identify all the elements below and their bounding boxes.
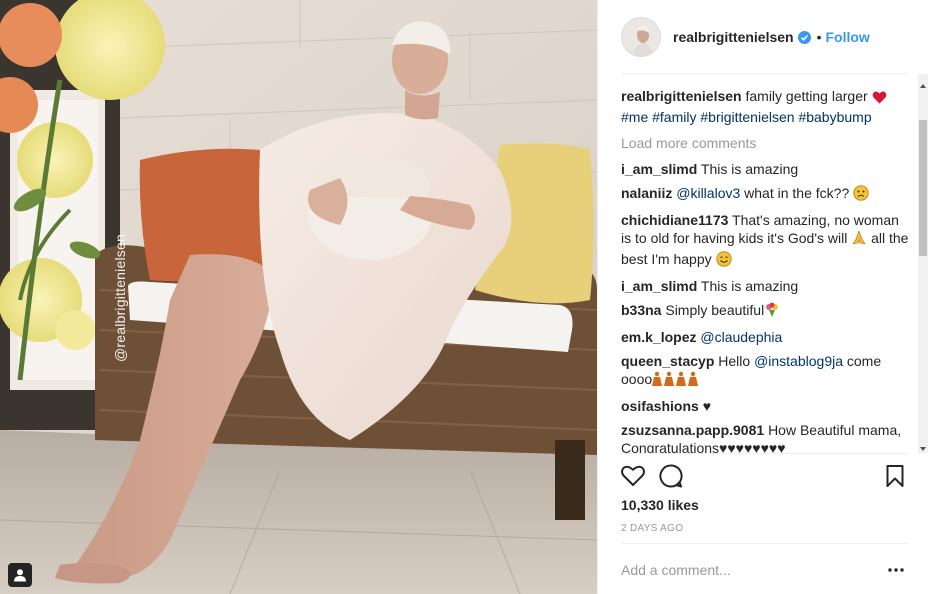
comment-username[interactable]: i_am_slimd bbox=[621, 161, 697, 177]
scroll-down-arrow-icon[interactable] bbox=[919, 440, 927, 451]
comment-username[interactable]: queen_stacyp bbox=[621, 353, 714, 369]
comment-username[interactable]: zsuzsanna.papp.9081 bbox=[621, 422, 764, 438]
bouquet-emoji-icon bbox=[764, 302, 780, 322]
user-tag-icon[interactable] bbox=[8, 563, 32, 587]
likes-count[interactable]: 10,330 likes bbox=[621, 497, 699, 513]
dancer-emoji-icon bbox=[652, 371, 700, 391]
comment-mention[interactable]: @claudephia bbox=[700, 329, 782, 345]
comment-text: This is amazing bbox=[700, 278, 799, 294]
load-more-comments-button[interactable]: Load more comments bbox=[621, 134, 911, 152]
heart-emoji-icon bbox=[872, 90, 887, 108]
post-photo[interactable]: @realbrigittenielsen bbox=[0, 0, 597, 594]
post-timestamp[interactable]: 2 DAYS AGO bbox=[621, 523, 683, 534]
comment-text: Hello bbox=[718, 353, 751, 369]
comment-mention[interactable]: @killalov3 bbox=[676, 185, 740, 201]
post-actions bbox=[598, 453, 928, 497]
scroll-up-arrow-icon[interactable] bbox=[919, 77, 927, 88]
hashtag-link[interactable]: #family bbox=[652, 109, 696, 125]
add-comment-bar bbox=[598, 543, 928, 594]
caption-text: family getting larger bbox=[745, 88, 868, 104]
hashtag-link[interactable]: #babybump bbox=[798, 109, 871, 125]
comment-icon[interactable] bbox=[658, 463, 684, 489]
comment-item: b33na Simply beautiful bbox=[621, 301, 911, 322]
instagram-post: @realbrigittenielsen realbrigittenielsen… bbox=[0, 0, 928, 594]
caption-hashtags: #me #family #brigittenielsen #babybump bbox=[621, 108, 911, 126]
heart-icon[interactable] bbox=[620, 463, 646, 489]
smiling-face-emoji-icon bbox=[715, 251, 732, 271]
header-separator: • bbox=[816, 29, 822, 45]
comment-item: chichidiane1173 That's amazing, no woman… bbox=[621, 211, 911, 271]
comments-list[interactable]: realbrigittenielsen family getting large… bbox=[621, 84, 911, 453]
avatar[interactable] bbox=[621, 17, 661, 57]
comment-username[interactable]: chichidiane1173 bbox=[621, 212, 728, 228]
comment-item: i_am_slimd This is amazing bbox=[621, 160, 911, 178]
comment-text-tail: ck?? bbox=[819, 185, 850, 201]
comment-item: queen_stacyp Hello @instablog9ja come oo… bbox=[621, 352, 911, 391]
caption: realbrigittenielsen family getting large… bbox=[621, 87, 911, 126]
verified-badge-icon bbox=[797, 30, 811, 44]
more-options-icon[interactable] bbox=[887, 561, 905, 579]
comment-text: This is amazing bbox=[700, 161, 799, 177]
hashtag-link[interactable]: #brigittenielsen bbox=[700, 109, 794, 125]
comment-username[interactable]: b33na bbox=[621, 302, 661, 318]
comment-item: nalaniiz @killalov3 what in the fck?? bbox=[621, 184, 911, 205]
comment-mention[interactable]: @instablog9ja bbox=[754, 353, 843, 369]
photo-watermark: @realbrigittenielsen bbox=[112, 234, 128, 362]
praying-hands-emoji-icon bbox=[851, 230, 867, 250]
comment-item: i_am_slimd This is amazing bbox=[621, 277, 911, 295]
comment-text: ♥ bbox=[702, 398, 711, 414]
caption-username[interactable]: realbrigittenielsen bbox=[621, 88, 742, 104]
comment-item: osifashions ♥ bbox=[621, 397, 911, 415]
comment-text: what in the f bbox=[744, 185, 820, 201]
scrollbar-thumb[interactable] bbox=[919, 120, 927, 256]
header-username[interactable]: realbrigittenielsen bbox=[673, 29, 794, 45]
bookmark-icon[interactable] bbox=[882, 463, 908, 489]
comment-username[interactable]: osifashions bbox=[621, 398, 699, 414]
add-comment-input[interactable] bbox=[621, 557, 871, 583]
comment-item: em.k_lopez @claudephia bbox=[621, 328, 911, 346]
frowning-face-emoji-icon bbox=[853, 185, 869, 205]
comment-username[interactable]: nalaniiz bbox=[621, 185, 672, 201]
comment-username[interactable]: i_am_slimd bbox=[621, 278, 697, 294]
follow-button[interactable]: Follow bbox=[826, 29, 870, 45]
post-header: realbrigittenielsen • Follow bbox=[598, 0, 928, 74]
comment-text: Simply beautiful bbox=[665, 302, 765, 318]
comment-item: zsuzsanna.papp.9081 How Beautiful mama, … bbox=[621, 421, 911, 453]
hashtag-link[interactable]: #me bbox=[621, 109, 648, 125]
photo-scene bbox=[0, 0, 597, 594]
post-side-panel: realbrigittenielsen • Follow realbrigitt… bbox=[597, 0, 928, 594]
comment-username[interactable]: em.k_lopez bbox=[621, 329, 696, 345]
